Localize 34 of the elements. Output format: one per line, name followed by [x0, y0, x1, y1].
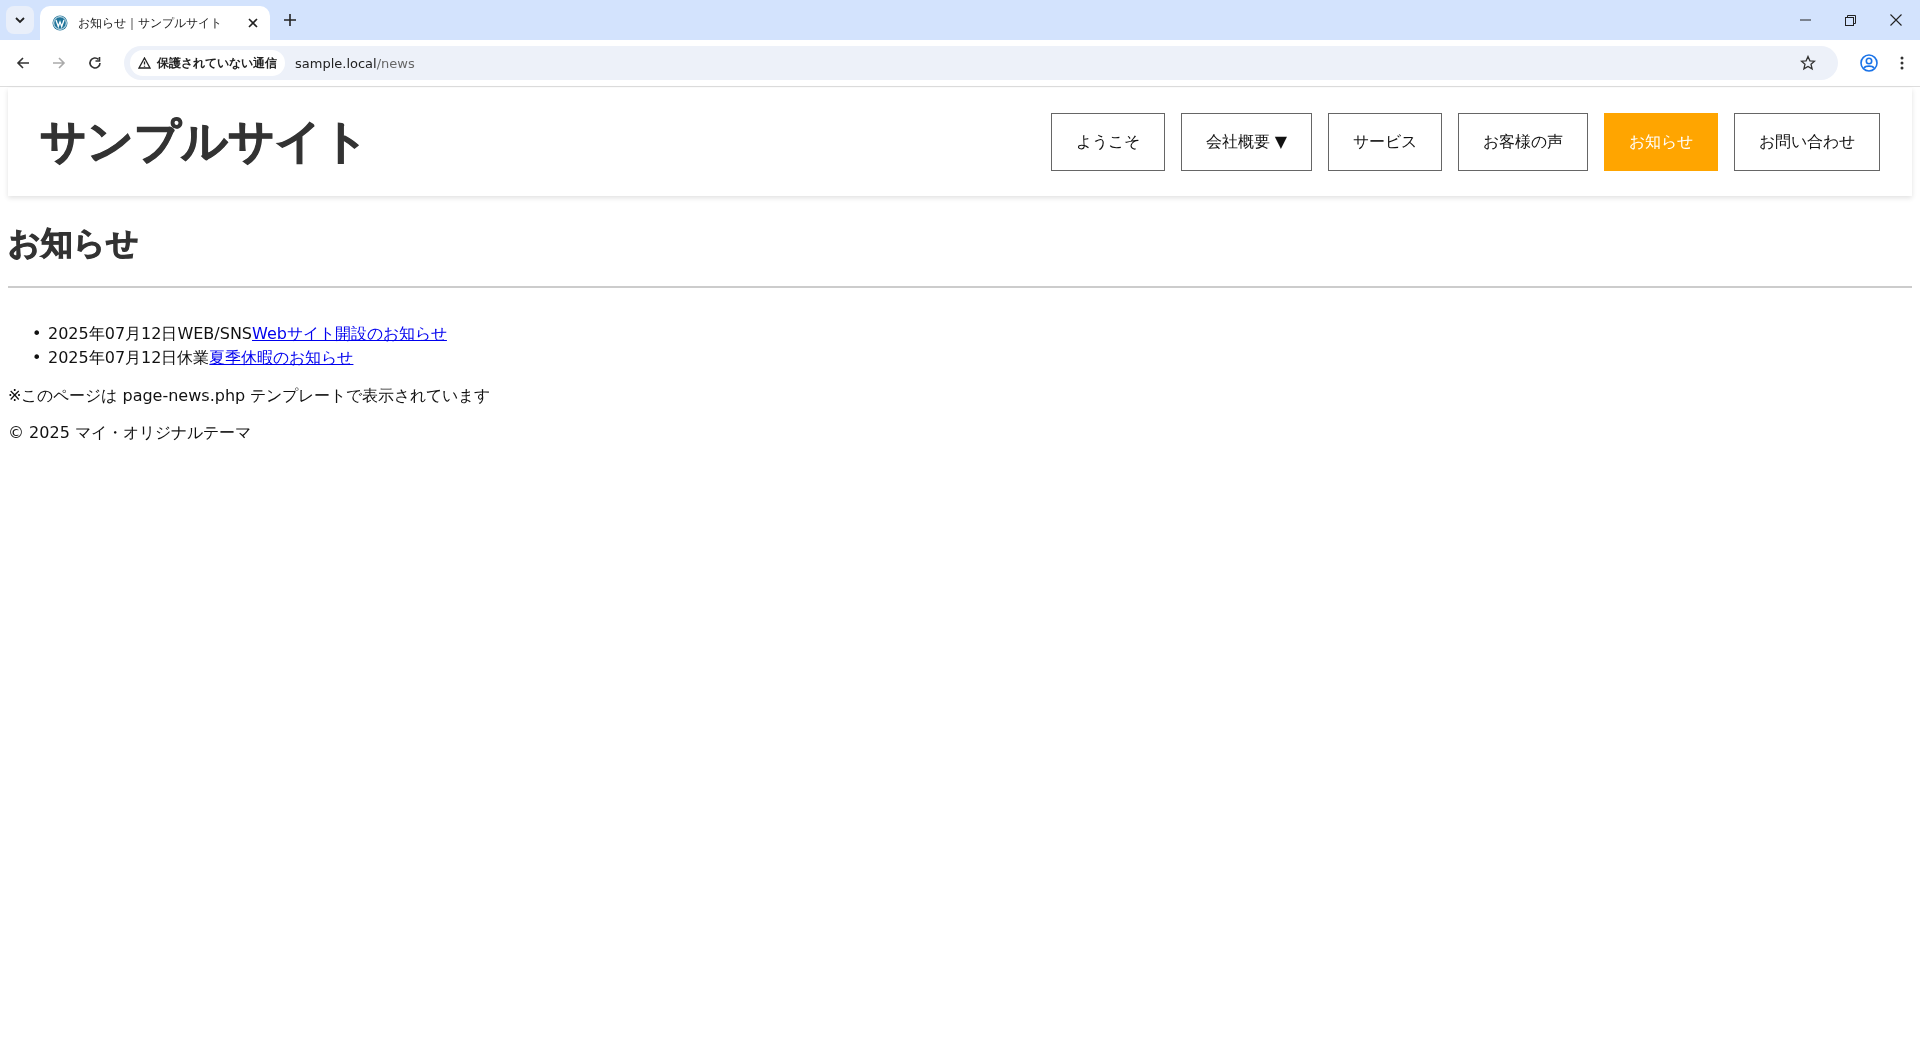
- news-date-category: 2025年07月12日休業: [48, 347, 210, 369]
- new-tab-icon[interactable]: [284, 14, 296, 26]
- footer-copyright: © 2025 マイ・オリジナルテーマ: [8, 423, 252, 444]
- news-link[interactable]: 夏季休暇のお知らせ: [209, 346, 354, 370]
- close-icon[interactable]: [248, 18, 258, 28]
- reload-icon[interactable]: [88, 56, 102, 70]
- nav-button[interactable]: お問い合わせ: [1734, 113, 1880, 171]
- nav-button[interactable]: サービス: [1328, 113, 1442, 171]
- wordpress-logo-icon: [52, 15, 68, 31]
- more-menu-icon[interactable]: [1900, 56, 1904, 70]
- profile-icon[interactable]: [1860, 54, 1878, 72]
- chevron-down-icon: [14, 16, 26, 24]
- security-label: 保護されていない通信: [157, 54, 277, 72]
- news-link[interactable]: Webサイト開設のお知らせ: [252, 322, 447, 346]
- close-icon[interactable]: [1890, 14, 1902, 26]
- nav-button[interactable]: 会社概要 ▼: [1180, 113, 1312, 171]
- back-arrow-icon[interactable]: [16, 56, 30, 70]
- page-heading: お知らせ: [8, 223, 140, 264]
- site-logo[interactable]: サンプルサイト: [40, 111, 369, 173]
- restore-icon[interactable]: [1845, 14, 1856, 26]
- star-icon[interactable]: [1800, 55, 1816, 71]
- list-bullet: •: [32, 323, 43, 345]
- warning-icon: [138, 57, 151, 69]
- tab-list-button[interactable]: [6, 6, 34, 34]
- template-note: ※このページは page-news.php テンプレートで表示されています: [8, 386, 492, 407]
- nav-button[interactable]: ようこそ: [1050, 113, 1165, 171]
- tab-title: お知らせ｜サンプルサイト: [78, 14, 223, 32]
- url-text: sample.local/news: [295, 55, 415, 71]
- news-date-category: 2025年07月12日WEB/SNS: [48, 323, 252, 345]
- list-bullet: •: [32, 347, 43, 369]
- browser-tab[interactable]: お知らせ｜サンプルサイト: [40, 6, 270, 40]
- nav-button[interactable]: お客様の声: [1458, 113, 1588, 171]
- security-chip[interactable]: 保護されていない通信: [130, 50, 285, 76]
- address-bar[interactable]: 保護されていない通信 sample.local/news: [124, 46, 1838, 80]
